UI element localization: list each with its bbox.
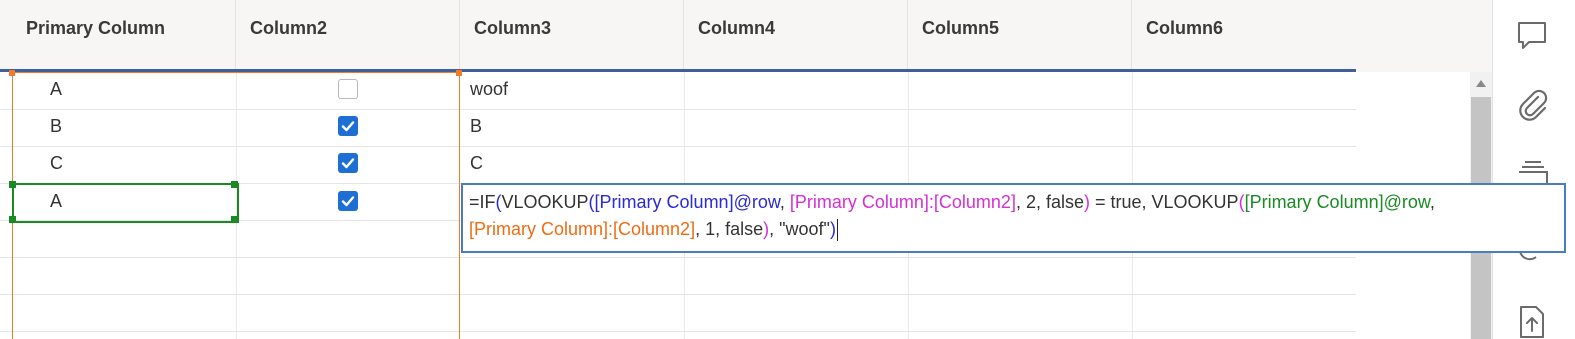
column-header-column3[interactable]: Column3 — [460, 0, 684, 70]
header-filler — [1356, 0, 1492, 72]
reference-handle[interactable] — [231, 216, 238, 223]
attachment-icon[interactable] — [1516, 88, 1550, 122]
column-header-column2[interactable]: Column2 — [236, 0, 460, 70]
check-icon — [341, 121, 355, 132]
table-row[interactable] — [0, 257, 1356, 295]
column-header-primary[interactable]: Primary Column — [12, 0, 236, 70]
cell-primary[interactable]: B — [50, 108, 62, 145]
formula-token: , — [1429, 192, 1435, 212]
column-header-column5[interactable]: Column5 — [908, 0, 1132, 70]
table-row[interactable] — [0, 72, 1356, 110]
range-highlight-right — [459, 72, 460, 339]
table-row[interactable] — [0, 146, 1356, 184]
reference-handle[interactable] — [231, 181, 238, 188]
column-header-column4[interactable]: Column4 — [684, 0, 908, 70]
column-header-column6[interactable]: Column6 — [1132, 0, 1356, 70]
range-handle[interactable] — [9, 70, 15, 76]
publish-icon[interactable] — [1516, 305, 1548, 339]
range-handle[interactable] — [456, 70, 462, 76]
formula-token: VLOOKUP — [501, 192, 589, 212]
checkbox-checked[interactable] — [338, 191, 358, 211]
formula-token: , 2, false — [1015, 192, 1084, 212]
formula-token: , "woof" — [769, 219, 830, 239]
range-highlight-top — [12, 72, 460, 73]
formula-reference: [Primary Column]:[Column2] — [789, 192, 1016, 212]
table-row[interactable] — [0, 294, 1356, 332]
formula-reference: [Primary Column]@row — [1244, 192, 1430, 212]
text-caret — [836, 219, 838, 242]
cell-column3[interactable]: woof — [470, 71, 508, 108]
cell-primary[interactable]: C — [50, 145, 63, 182]
table-row[interactable] — [0, 109, 1356, 147]
column-header-row: Primary Column Column2 Column3 Column4 C… — [0, 0, 1356, 70]
column-header-label: Column3 — [474, 18, 552, 38]
column-header-label: Column6 — [1146, 18, 1224, 38]
column-header-label: Primary Column — [26, 18, 166, 38]
formula-token: , 1, false — [695, 219, 764, 239]
reference-handle[interactable] — [9, 216, 16, 223]
column-header-label: Column4 — [698, 18, 776, 38]
scroll-up-arrow-icon[interactable] — [1476, 80, 1486, 87]
cell-column3[interactable]: C — [470, 145, 483, 182]
checkbox-checked[interactable] — [338, 153, 358, 173]
cell-primary[interactable]: A — [50, 71, 62, 108]
comment-icon[interactable] — [1516, 20, 1550, 52]
checkbox-unchecked[interactable] — [338, 79, 358, 99]
cell-reference-highlight — [12, 183, 239, 223]
formula-token: = true, VLOOKUP — [1090, 192, 1239, 212]
column-header-label: Column5 — [922, 18, 1000, 38]
reference-handle[interactable] — [9, 181, 16, 188]
check-icon — [341, 158, 355, 169]
cell-column3[interactable]: B — [470, 108, 482, 145]
formula-token: =IF — [469, 192, 496, 212]
column-header-label: Column2 — [250, 18, 328, 38]
formula-token: , — [779, 192, 790, 212]
formula-reference: [Primary Column]:[Column2] — [469, 219, 696, 239]
check-icon — [341, 196, 355, 207]
formula-editor[interactable]: =IF(VLOOKUP([Primary Column]@row, [Prima… — [461, 183, 1566, 253]
formula-reference: [Primary Column]@row — [594, 192, 780, 212]
formula-token: ) — [829, 219, 836, 239]
checkbox-checked[interactable] — [338, 116, 358, 136]
proofing-icon[interactable] — [1516, 158, 1550, 184]
